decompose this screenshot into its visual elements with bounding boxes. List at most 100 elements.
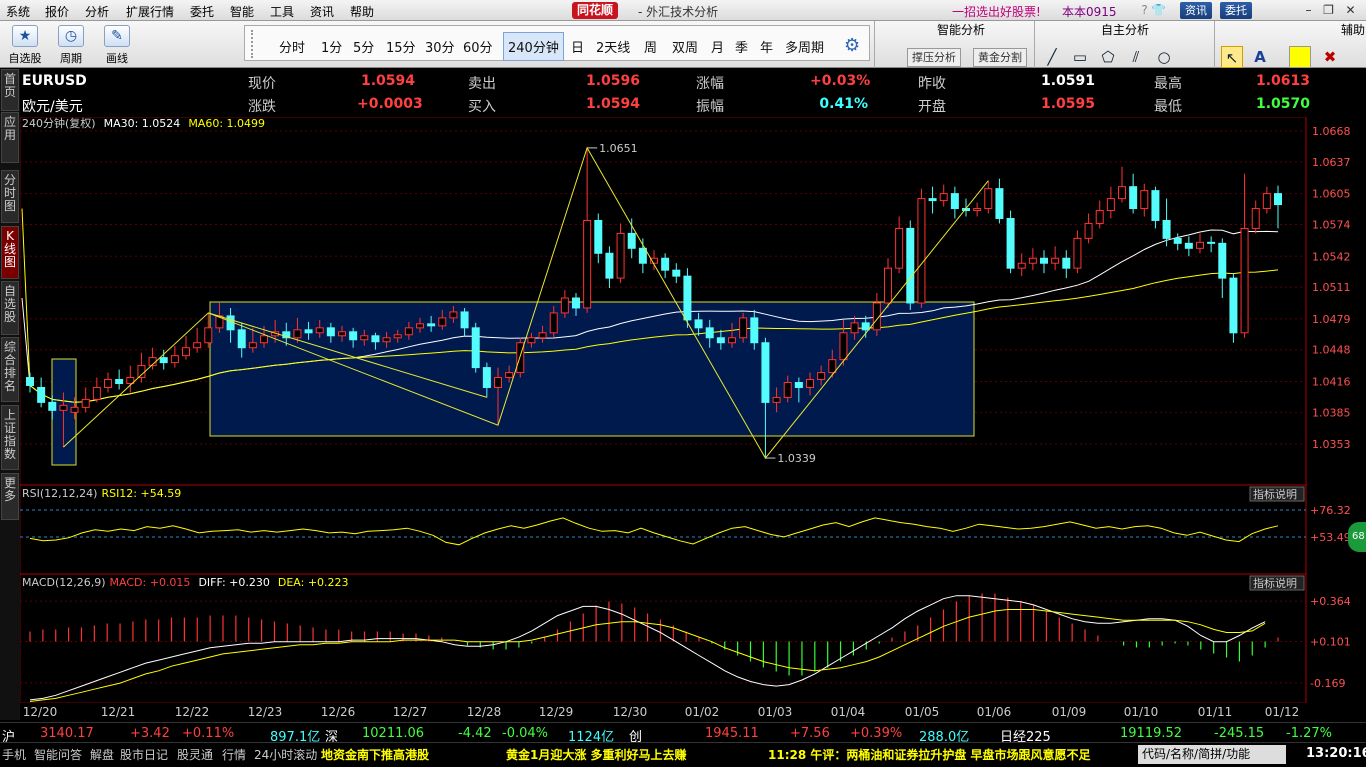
candle-body[interactable] — [1006, 217, 1015, 269]
candle-body[interactable] — [449, 311, 458, 319]
candle-body[interactable] — [248, 342, 257, 349]
candle-body[interactable] — [1051, 257, 1060, 264]
candle-body[interactable] — [482, 367, 491, 388]
menu-item-0[interactable]: 系统 — [6, 3, 30, 20]
candle-body[interactable] — [70, 406, 79, 413]
candle-body[interactable] — [182, 347, 190, 357]
candle-body[interactable] — [338, 331, 346, 337]
candle-body[interactable] — [661, 257, 670, 271]
candle-body[interactable] — [204, 327, 213, 344]
circle-draw-icon[interactable]: ○ — [1153, 46, 1175, 68]
candle-body[interactable] — [995, 188, 1004, 219]
candle-body[interactable] — [739, 317, 748, 339]
candle-body[interactable] — [917, 198, 926, 304]
candle-body[interactable] — [694, 319, 703, 329]
candle-body[interactable] — [393, 334, 402, 339]
side-tab-1[interactable]: 应用 — [1, 112, 19, 163]
candle-body[interactable] — [638, 247, 647, 264]
line-draw-icon[interactable]: ╱ — [1041, 46, 1063, 68]
menu-item-4[interactable]: 委托 — [190, 3, 214, 20]
period-1[interactable]: 1分 — [321, 37, 342, 56]
side-tab-6[interactable]: 上证指数 — [1, 405, 19, 470]
candle-body[interactable] — [193, 342, 202, 349]
candle-body[interactable] — [1207, 241, 1216, 244]
side-tab-5[interactable]: 综合排名 — [1, 337, 19, 402]
cursor-icon[interactable]: ↖ — [1221, 46, 1243, 68]
candle-body[interactable] — [326, 327, 335, 337]
candle-body[interactable] — [616, 232, 625, 279]
candle-body[interactable] — [560, 297, 569, 314]
shirt-icon[interactable]: 👕 — [1150, 2, 1167, 19]
candle-body[interactable] — [404, 327, 413, 336]
candle-body[interactable] — [906, 227, 915, 304]
candle-body[interactable] — [293, 329, 302, 339]
period-5[interactable]: 60分 — [463, 37, 493, 56]
candle-body[interactable] — [382, 337, 391, 343]
candle-body[interactable] — [304, 329, 313, 334]
status-item-2[interactable]: 解盘 — [90, 746, 114, 763]
candle-body[interactable] — [783, 382, 792, 398]
candle-body[interactable] — [26, 377, 34, 386]
restore-icon[interactable]: ❐ — [1320, 2, 1337, 19]
menu-item-2[interactable]: 分析 — [85, 3, 109, 20]
candle-body[interactable] — [427, 323, 436, 327]
chart-svg[interactable]: 1.0668 1.0637 1.0605 1.0574 1.0542 1.0511 1.04… — [20, 117, 1366, 703]
golden-section-button[interactable]: 黄金分割 — [973, 48, 1027, 67]
candle-body[interactable] — [505, 372, 514, 379]
candle-body[interactable] — [1106, 198, 1115, 212]
candle-body[interactable] — [1028, 257, 1037, 264]
candle-body[interactable] — [438, 317, 447, 327]
candle-body[interactable] — [884, 267, 892, 304]
candle-body[interactable] — [705, 327, 714, 339]
candle-body[interactable] — [806, 379, 814, 388]
candle-body[interactable] — [360, 335, 369, 341]
candle-body[interactable] — [950, 193, 959, 210]
candle-body[interactable] — [1184, 242, 1193, 249]
period-0[interactable]: 分时 — [279, 37, 305, 56]
candle-body[interactable] — [672, 269, 681, 277]
menu-item-1[interactable]: 报价 — [45, 3, 69, 20]
candle-body[interactable] — [1151, 190, 1160, 221]
candle-body[interactable] — [928, 198, 937, 202]
candle-body[interactable] — [839, 332, 848, 361]
menu-item-8[interactable]: 帮助 — [350, 3, 374, 20]
candle-body[interactable] — [1095, 210, 1104, 224]
candle-body[interactable] — [750, 317, 759, 344]
period-2[interactable]: 5分 — [353, 37, 374, 56]
candle-body[interactable] — [572, 297, 580, 309]
candle-body[interactable] — [159, 357, 168, 364]
status-item-6[interactable]: 24小时滚动 — [254, 746, 317, 763]
candle-body[interactable] — [1229, 277, 1238, 334]
candle-body[interactable] — [1118, 186, 1126, 200]
candle-body[interactable] — [895, 227, 904, 269]
candle-body[interactable] — [939, 193, 948, 202]
candle-body[interactable] — [984, 188, 993, 210]
candle-body[interactable] — [59, 404, 68, 411]
side-tab-7[interactable]: 更多 — [1, 473, 19, 520]
candle-body[interactable] — [817, 372, 826, 381]
minimize-icon[interactable]: – — [1300, 2, 1317, 19]
candle-body[interactable] — [1218, 242, 1227, 279]
status-item-1[interactable]: 智能问答 — [34, 746, 82, 763]
candle-body[interactable] — [1073, 237, 1082, 269]
candle-body[interactable] — [627, 232, 636, 249]
promo-link[interactable]: 一招选出好股票! — [952, 3, 1041, 20]
indicator-info-button-rsi[interactable]: 指标说明 — [1249, 486, 1305, 502]
parallel-draw-icon[interactable]: ⫽ — [1125, 46, 1147, 68]
side-tab-4[interactable]: 自选股 — [1, 281, 19, 335]
candle-body[interactable] — [728, 337, 736, 344]
candle-body[interactable] — [683, 275, 692, 321]
candle-body[interactable] — [137, 365, 146, 379]
candle-body[interactable] — [1262, 193, 1271, 210]
candle-body[interactable] — [716, 337, 725, 344]
gear-icon[interactable]: ⚙ — [844, 35, 860, 56]
period-3[interactable]: 15分 — [386, 37, 416, 56]
candle-body[interactable] — [315, 327, 324, 334]
candle-body[interactable] — [1251, 208, 1260, 229]
period-4[interactable]: 30分 — [425, 37, 455, 56]
candle-body[interactable] — [260, 335, 268, 344]
candle-body[interactable] — [48, 401, 57, 411]
candle-body[interactable] — [416, 323, 424, 329]
candle-body[interactable] — [1129, 186, 1138, 210]
candle-body[interactable] — [115, 379, 124, 384]
